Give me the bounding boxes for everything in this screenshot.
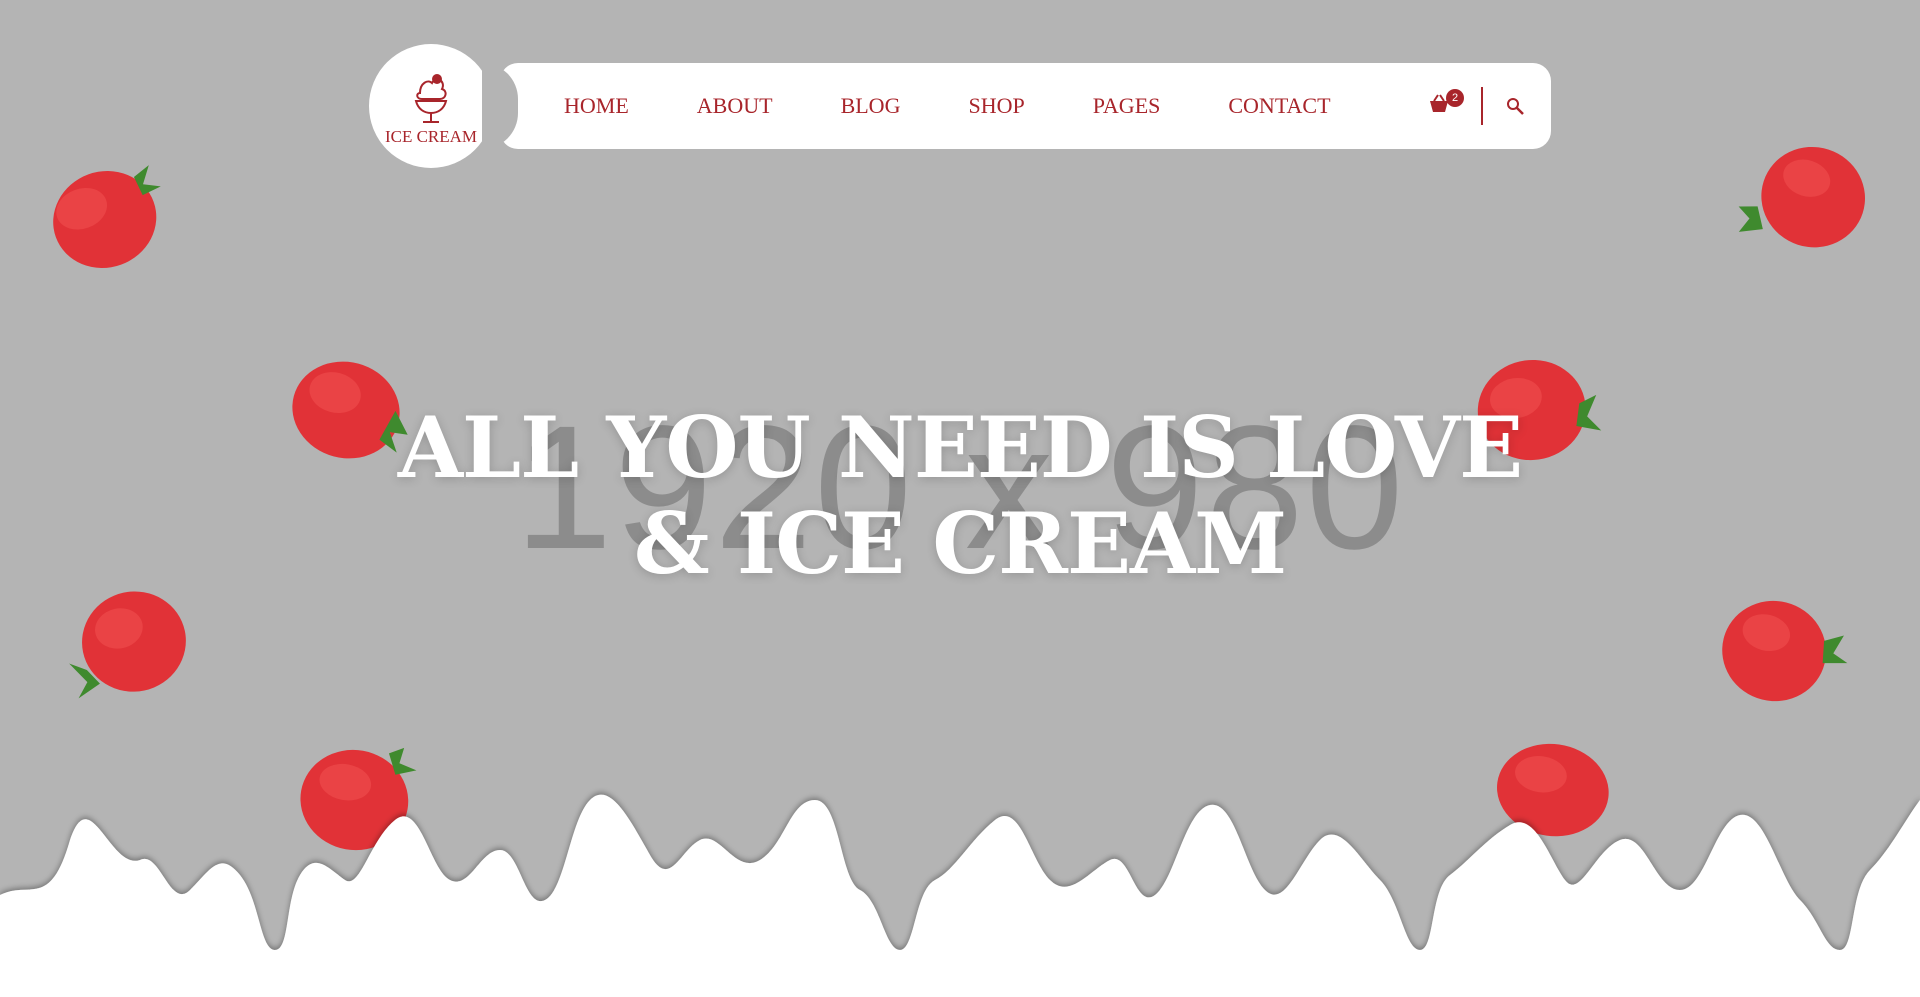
logo[interactable]: ICE CREAM [369, 44, 493, 168]
headline-line-2: & ICE CREAM [633, 494, 1287, 593]
headline-line-1: ALL YOU NEED IS LOVE [397, 398, 1523, 497]
search-icon[interactable] [1506, 97, 1524, 115]
main-menu: HOME ABOUT BLOG SHOP PAGES CONTACT [564, 63, 1399, 149]
strawberry-image [1724, 113, 1895, 274]
logo-text: ICE CREAM [384, 127, 478, 146]
drip-decoration [0, 794, 1920, 997]
strawberry-image [1695, 575, 1861, 729]
strawberry-image [15, 130, 189, 294]
nav-item-about[interactable]: ABOUT [697, 93, 773, 119]
nav-item-shop[interactable]: SHOP [968, 93, 1024, 119]
ice-cream-icon [414, 74, 448, 123]
navigation-bar: HOME ABOUT BLOG SHOP PAGES CONTACT 2 [482, 63, 1551, 149]
nav-item-pages[interactable]: PAGES [1093, 93, 1161, 119]
cart-count-badge: 2 [1446, 89, 1464, 107]
hero-section: 1920 x 980 ALL YOU NEED IS LOVE & ICE CR… [0, 0, 1920, 997]
nav-divider [1481, 87, 1483, 125]
nav-item-contact[interactable]: CONTACT [1228, 93, 1330, 119]
nav-item-blog[interactable]: BLOG [841, 93, 901, 119]
nav-item-home[interactable]: HOME [564, 93, 629, 119]
hero-headline: ALL YOU NEED IS LOVE & ICE CREAM [0, 400, 1920, 592]
